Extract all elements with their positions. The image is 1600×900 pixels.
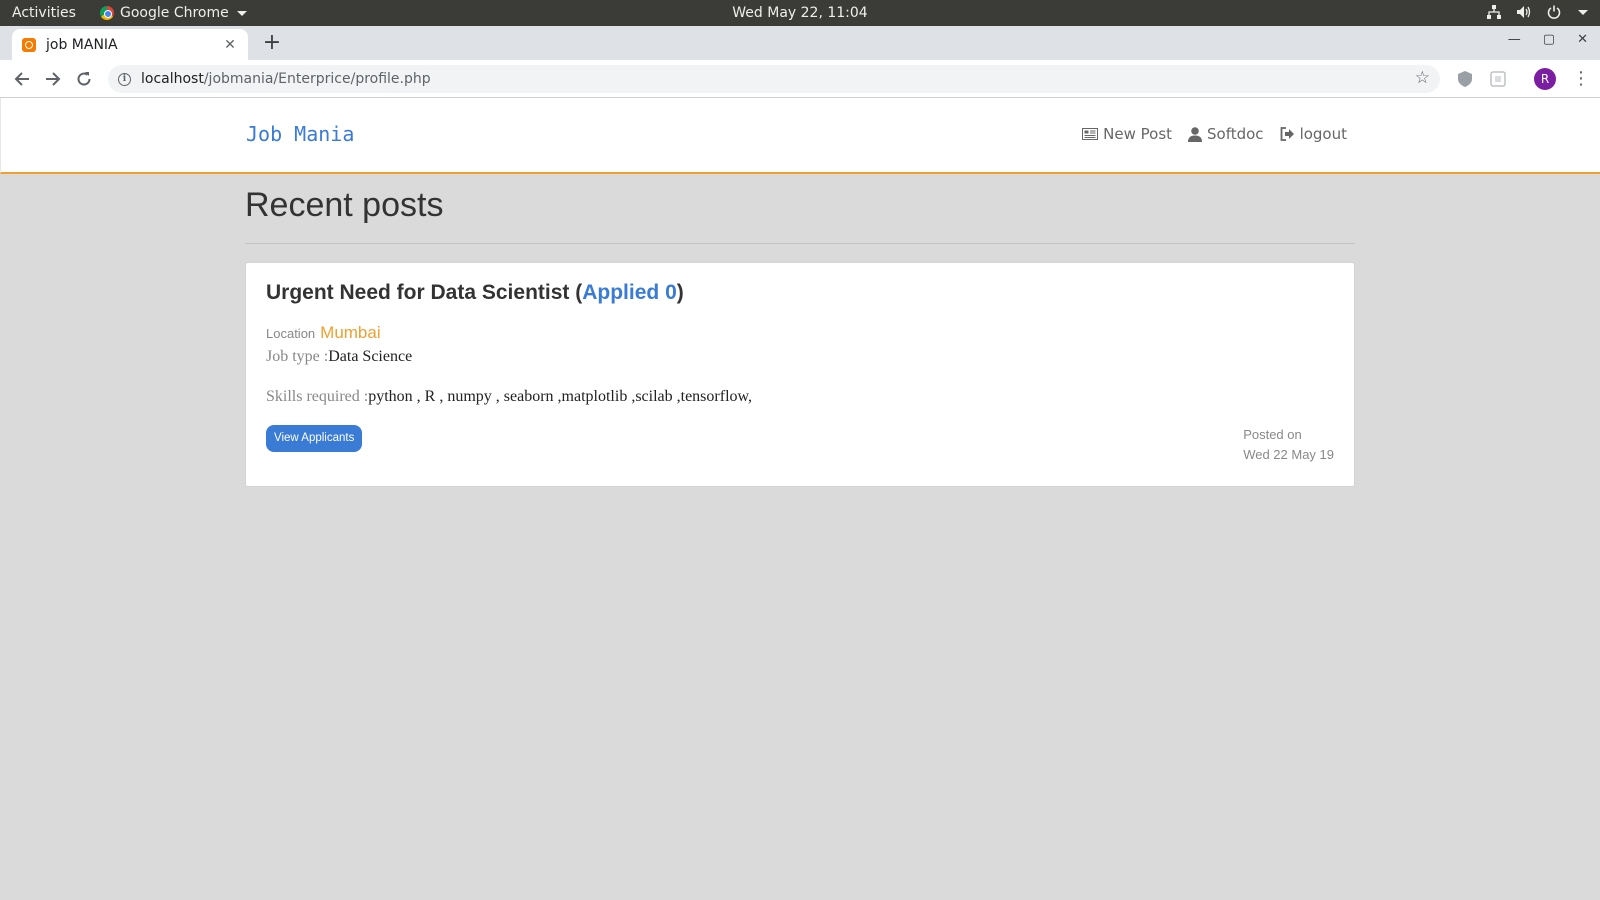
nav-links: New Post Softdoc logout: [1082, 125, 1347, 143]
chrome-menu-icon[interactable]: ⋮: [1572, 68, 1590, 90]
job-type-row: Job type :Data Science: [266, 348, 412, 366]
nav-user-link[interactable]: Softdoc: [1188, 125, 1264, 143]
skills-value: python , R , numpy , seaborn ,matplotlib…: [368, 388, 753, 405]
url-path: /jobmania/Enterprice/profile.php: [203, 71, 431, 87]
os-top-bar: Activities Google Chrome Wed May 22, 11:…: [0, 0, 1600, 26]
system-tray[interactable]: [1486, 4, 1588, 20]
close-window-icon[interactable]: ✕: [1577, 32, 1588, 47]
page-title: Recent posts: [245, 186, 444, 224]
power-icon: [1546, 4, 1562, 20]
app-menu[interactable]: Google Chrome: [100, 5, 247, 21]
bookmark-star-icon[interactable]: ☆: [1415, 68, 1430, 88]
favicon-icon: [22, 37, 36, 52]
newspaper-icon: [1082, 128, 1099, 140]
post-title: Urgent Need for Data Scientist (Applied …: [266, 281, 684, 305]
forward-button[interactable]: [41, 67, 65, 91]
location-row: Location Mumbai: [266, 323, 381, 343]
site-navbar: Job Mania New Post Softdoc logout: [0, 98, 1600, 174]
skills-label: Skills required :: [266, 388, 369, 405]
skills-row: Skills required :python , R , numpy , se…: [266, 388, 752, 406]
web-page: Job Mania New Post Softdoc logout Recent…: [0, 98, 1600, 900]
profile-avatar[interactable]: R: [1534, 68, 1556, 90]
chevron-down-icon: [236, 10, 247, 16]
window-controls: — ▢ ✕: [1508, 32, 1588, 47]
nav-new-post-label: New Post: [1103, 125, 1173, 143]
address-bar[interactable]: i localhost/jobmania/Enterprice/profile.…: [108, 65, 1440, 93]
post-title-text: Urgent Need for Data Scientist (: [266, 281, 583, 304]
title-divider: [245, 243, 1355, 244]
back-button[interactable]: [10, 67, 34, 91]
job-type-value: Data Science: [328, 348, 413, 365]
location-value: Mumbai: [320, 323, 381, 342]
extension-puzzle-icon[interactable]: [1490, 71, 1506, 87]
nav-logout-label: logout: [1299, 125, 1347, 143]
posted-date: Wed 22 May 19: [1243, 447, 1334, 462]
chevron-down-icon: [1578, 9, 1588, 15]
tab-title: job MANIA: [46, 36, 118, 53]
maximize-icon[interactable]: ▢: [1543, 32, 1555, 47]
posted-on: Posted on Wed 22 May 19: [1243, 425, 1334, 465]
user-icon: [1188, 126, 1203, 142]
activities-button[interactable]: Activities: [12, 5, 76, 21]
forward-arrow-icon: [46, 72, 61, 86]
url-host: localhost: [141, 71, 204, 87]
new-tab-button[interactable]: +: [258, 30, 286, 58]
app-menu-label: Google Chrome: [120, 5, 229, 21]
reload-button[interactable]: [72, 67, 96, 91]
minimize-icon[interactable]: —: [1508, 32, 1521, 47]
reload-icon: [77, 72, 91, 86]
nav-logout-link[interactable]: logout: [1280, 125, 1347, 143]
chrome-icon: [100, 6, 114, 20]
browser-tab[interactable]: job MANIA ✕: [12, 29, 248, 60]
nav-new-post-link[interactable]: New Post: [1082, 125, 1172, 143]
applied-count-link[interactable]: Applied 0: [582, 281, 677, 304]
close-icon[interactable]: ✕: [222, 37, 238, 53]
browser-toolbar: i localhost/jobmania/Enterprice/profile.…: [0, 60, 1600, 98]
network-icon: [1486, 4, 1502, 20]
nav-user-label: Softdoc: [1207, 125, 1264, 143]
post-title-close: ): [676, 281, 684, 304]
sign-out-icon: [1280, 127, 1294, 141]
main-content: Recent posts Urgent Need for Data Scient…: [245, 174, 1355, 487]
volume-icon: [1516, 4, 1532, 20]
site-brand-link[interactable]: Job Mania: [246, 122, 354, 146]
posted-label: Posted on: [1243, 427, 1302, 442]
job-type-label: Job type :: [266, 348, 329, 365]
location-label: Location: [266, 326, 316, 341]
extension-shield-icon[interactable]: [1458, 71, 1474, 87]
back-arrow-icon: [14, 72, 29, 86]
post-card: Urgent Need for Data Scientist (Applied …: [245, 262, 1355, 487]
view-applicants-button[interactable]: View Applicants: [266, 425, 363, 452]
info-icon[interactable]: i: [118, 72, 131, 86]
tab-strip: job MANIA ✕ + — ▢ ✕: [0, 26, 1600, 60]
